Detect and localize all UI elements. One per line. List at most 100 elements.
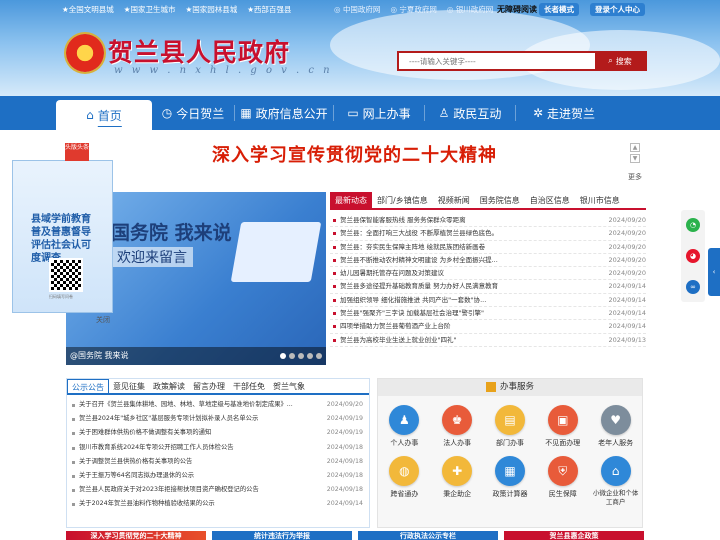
login-button[interactable]: 登录个人中心 <box>590 3 645 16</box>
gov-links: ◎ 中国政府网 ◎ 宁夏政府网 ◎ 银川政府网 <box>334 4 493 15</box>
service-enterprise[interactable]: ✚ 秉企助企 <box>431 456 484 507</box>
service-legal[interactable]: ♚ 法人办事 <box>431 405 484 448</box>
bottom-banner[interactable]: 深入学习贯彻党的二十大精神 <box>66 531 206 540</box>
arrow-down-icon[interactable]: ▼ <box>630 154 640 163</box>
service-personal[interactable]: ♟ 个人办事 <box>378 405 431 448</box>
nav-today[interactable]: ◷ 今日贺兰 <box>152 96 234 130</box>
notice-title: 银川市教育系统2024年专项公开招聘工作人员体检公告 <box>79 443 234 451</box>
headline-badge: 头版头条 <box>65 143 89 161</box>
notice-item[interactable]: 关于王振万等64名同志拟办理退休的公示 2024/09/18 <box>67 469 369 483</box>
site-name[interactable]: 贺兰县人民政府 <box>108 33 290 69</box>
service-department[interactable]: ▤ 部门办事 <box>484 405 537 448</box>
accessibility-link[interactable]: 无障碍阅读 <box>497 4 537 15</box>
news-title: 贺兰县保智能客服热线 服务务保群众零距离 <box>340 216 466 224</box>
notice-item[interactable]: 贺兰县人民政府关于对2023年拒接帮扶项目资产确权登记的公告 2024/09/18 <box>67 483 369 497</box>
carousel-dot[interactable] <box>298 353 304 359</box>
service-label: 部门办事 <box>495 439 524 447</box>
search-input[interactable] <box>399 53 595 69</box>
notice-list: 关于召开《贺兰县集体耕地、园地、林地、草地定级与基准地价制定成果》... 2024… <box>67 395 369 512</box>
news-tab[interactable]: 部门/乡镇信息 <box>372 192 433 208</box>
service-remote[interactable]: ▣ 不见面办理 <box>536 405 589 448</box>
wechat-icon[interactable]: ◔ <box>686 218 700 233</box>
service-livelihood[interactable]: ⛨ 民生保障 <box>536 456 589 507</box>
service-cross-province[interactable]: ◍ 跨省通办 <box>378 456 431 507</box>
news-item[interactable]: 贺兰县：全面打响三大战役 不断厚植贺兰县绿色底色。 2024/09/20 <box>330 227 646 241</box>
bottom-banner[interactable]: 统计违法行为举报 <box>212 531 352 540</box>
gov-link[interactable]: ◎ 宁夏政府网 <box>390 4 436 15</box>
news-panel: 最新动态 部门/乡镇信息 视频新闻 国务院信息 自治区信息 银川市信息 贺兰县保… <box>330 192 646 367</box>
ad-close-button[interactable]: 关闭 <box>96 315 110 325</box>
notice-date: 2024/09/18 <box>326 486 363 494</box>
notice-title: 贺兰县2024年"城乡社区"基层服务专项计划拟补录人员名单公示 <box>79 415 259 423</box>
news-tab[interactable]: 视频新闻 <box>433 192 475 208</box>
service-elderly[interactable]: ♥ 老年人服务 <box>589 405 642 448</box>
weibo-icon[interactable]: ◕ <box>686 248 700 263</box>
news-date: 2024/09/13 <box>608 335 646 344</box>
national-emblem-icon <box>66 34 104 72</box>
elder-mode-button[interactable]: 长者模式 <box>539 3 579 16</box>
nav-info-public[interactable]: ▦ 政府信息公开 <box>235 96 333 130</box>
link-icon[interactable]: ∞ <box>686 279 700 294</box>
side-collapse-tab[interactable]: ‹ <box>708 248 720 296</box>
news-item[interactable]: 幼儿园暑期托管存在问题及对策建议 2024/09/20 <box>330 267 646 281</box>
news-item[interactable]: 四项举措助力贺兰县葡萄酒产业上台阶 2024/09/14 <box>330 320 646 334</box>
notice-tab[interactable]: 政策解读 <box>149 379 189 393</box>
honor-link[interactable]: ★国家园林县城 <box>185 4 237 15</box>
globe-icon: ◍ <box>389 456 420 486</box>
news-item[interactable]: 贺兰县为高校毕业生送上就业创业"四礼" 2024/09/13 <box>330 334 646 347</box>
qr-code-icon <box>49 258 83 292</box>
qr-caption: 扫码填写问卷 <box>49 294 73 299</box>
notice-item[interactable]: 关于召开《贺兰县集体耕地、园地、林地、草地定级与基准地价制定成果》... 2024… <box>67 398 369 412</box>
news-item[interactable]: 贺兰县：夯实民生保障主阵地 绘就民族团结新画卷 2024/09/20 <box>330 241 646 254</box>
notice-tab[interactable]: 意见征集 <box>109 379 149 393</box>
notice-item[interactable]: 贺兰县2024年"城乡社区"基层服务专项计划拟补录人员名单公示 2024/09/1… <box>67 412 369 426</box>
news-tab[interactable]: 最新动态 <box>330 192 372 208</box>
notice-item[interactable]: 关于2024年贺兰县油料作物种植验收结果的公示 2024/09/14 <box>67 497 369 511</box>
news-tab[interactable]: 银川市信息 <box>575 192 625 208</box>
search-button[interactable]: ⌕ 搜索 <box>595 53 645 69</box>
bottom-banner[interactable]: 行政执法公示专栏 <box>358 531 498 540</box>
carousel-dot[interactable] <box>289 353 295 359</box>
notice-title: 关于困难群体供热价格不做调整有关事项的通知 <box>79 429 212 437</box>
service-label: 老年人服务 <box>598 439 634 447</box>
notice-tab[interactable]: 干部任免 <box>229 379 269 393</box>
news-tab[interactable]: 国务院信息 <box>475 192 525 208</box>
honor-link[interactable]: ★西部百强县 <box>247 4 291 15</box>
remote-icon: ▣ <box>547 405 578 435</box>
gov-link[interactable]: ◎ 中国政府网 <box>334 4 380 15</box>
notice-item[interactable]: 关于调整贺兰县供热价格有关事项的公告 2024/09/18 <box>67 455 369 469</box>
news-item[interactable]: 贺兰县保智能客服热线 服务务保群众零距离 2024/09/20 <box>330 214 646 228</box>
notice-item[interactable]: 银川市教育系统2024年专项公开招聘工作人员体检公告 2024/09/18 <box>67 441 369 455</box>
nav-home[interactable]: ⌂ 首页 <box>56 100 152 130</box>
nav-online-service[interactable]: ▭ 网上办事 <box>334 96 424 130</box>
headline-banner[interactable]: 深入学习宣传贯彻党的二十大精神 <box>212 141 497 167</box>
notice-item[interactable]: 关于困难群体供热价格不做调整有关事项的通知 2024/09/19 <box>67 426 369 440</box>
carousel-dot[interactable] <box>280 353 286 359</box>
notice-date: 2024/09/18 <box>326 471 363 479</box>
news-item[interactable]: 贺兰县不断推动农村精神文明建设 为乡村全面振兴提... 2024/09/20 <box>330 254 646 268</box>
news-date: 2024/09/14 <box>608 282 646 291</box>
nav-about[interactable]: ✲ 走进贺兰 <box>516 96 612 130</box>
service-label: 小微企业和个体工商户 <box>592 489 639 506</box>
chevron-left-icon: ‹ <box>712 268 716 276</box>
search-button-label: 搜索 <box>615 56 632 66</box>
service-calculator[interactable]: ▦ 政策计算器 <box>484 456 537 507</box>
notice-tab[interactable]: 公示公告 <box>67 379 109 393</box>
gov-link[interactable]: ◎ 银川政府网 <box>447 4 493 15</box>
honor-link[interactable]: ★全国文明县城 <box>62 4 114 15</box>
news-item[interactable]: 贺兰县"强聚齐"三字诀 加载基层社会治理"警引擎" 2024/09/14 <box>330 307 646 321</box>
notice-tab[interactable]: 贺兰气象 <box>269 379 309 393</box>
more-link[interactable]: 更多 <box>628 172 642 182</box>
notice-tab[interactable]: 留言办理 <box>189 379 229 393</box>
carousel-dot[interactable] <box>316 353 322 359</box>
honor-link[interactable]: ★国家卫生城市 <box>124 4 176 15</box>
news-item[interactable]: 加强组织领导 细化措施推进 共同产出"一套数"协... 2024/09/14 <box>330 294 646 308</box>
nav-interaction[interactable]: ♙ 政民互动 <box>425 96 515 130</box>
news-tab[interactable]: 自治区信息 <box>525 192 575 208</box>
floating-ad[interactable]: 头版头条 县域学前教育普及普惠督导评估社会认可度调查 扫码填写问卷 <box>12 143 113 313</box>
service-small-business[interactable]: ⌂ 小微企业和个体工商户 <box>589 456 642 507</box>
news-item[interactable]: 贺兰县多途径提升基础教育质量 努力办好人民满意教育 2024/09/14 <box>330 280 646 294</box>
arrow-up-icon[interactable]: ▲ <box>630 143 640 152</box>
carousel-dot[interactable] <box>307 353 313 359</box>
bottom-banner[interactable]: 贺兰县惠企政策 <box>504 531 644 540</box>
